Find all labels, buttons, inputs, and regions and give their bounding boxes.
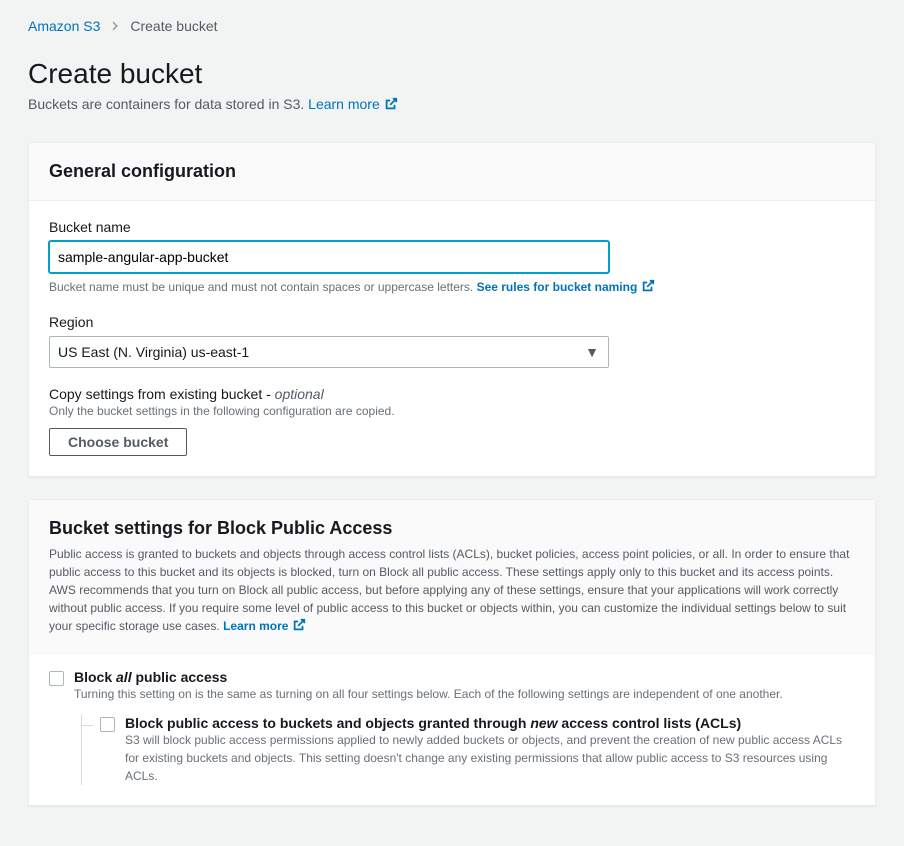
general-configuration-panel: General configuration Bucket name Bucket… (28, 142, 876, 477)
region-selected-value: US East (N. Virginia) us-east-1 (58, 344, 249, 360)
panel-header: Bucket settings for Block Public Access … (29, 500, 875, 655)
block-all-label: Block all public access (74, 669, 855, 685)
block-all-description: Turning this setting on is the same as t… (74, 685, 855, 703)
chevron-right-icon (110, 18, 120, 34)
page-title: Create bucket (28, 58, 876, 90)
page-subtitle: Buckets are containers for data stored i… (28, 96, 876, 114)
choose-bucket-button[interactable]: Choose bucket (49, 428, 187, 456)
block-new-acls-row: Block public access to buckets and objec… (100, 715, 855, 785)
copy-settings-hint: Only the bucket settings in the followin… (49, 404, 855, 418)
learn-more-link[interactable]: Learn more (223, 619, 306, 633)
block-new-acls-checkbox[interactable] (100, 717, 115, 732)
region-select[interactable]: US East (N. Virginia) us-east-1 ▼ (49, 336, 609, 368)
block-all-checkbox[interactable] (49, 671, 64, 686)
bucket-naming-rules-link[interactable]: See rules for bucket naming (477, 280, 656, 294)
breadcrumb-current: Create bucket (130, 18, 217, 34)
learn-more-link[interactable]: Learn more (308, 96, 398, 112)
external-link-icon (292, 618, 306, 637)
panel-title: Bucket settings for Block Public Access (49, 518, 855, 539)
bucket-name-field: Bucket name Bucket name must be unique a… (49, 219, 855, 296)
panel-header: General configuration (29, 143, 875, 201)
block-public-access-panel: Bucket settings for Block Public Access … (28, 499, 876, 806)
bucket-name-input[interactable] (49, 241, 609, 273)
breadcrumb: Amazon S3 Create bucket (28, 18, 876, 34)
external-link-icon (641, 279, 655, 296)
bucket-name-label: Bucket name (49, 219, 855, 235)
copy-settings-label: Copy settings from existing bucket - opt… (49, 386, 855, 402)
block-public-description: Public access is granted to buckets and … (49, 545, 855, 637)
block-new-acls-description: S3 will block public access permissions … (125, 731, 855, 785)
breadcrumb-root-link[interactable]: Amazon S3 (28, 18, 100, 34)
region-field: Region US East (N. Virginia) us-east-1 ▼ (49, 314, 855, 368)
bucket-name-hint: Bucket name must be unique and must not … (49, 279, 855, 296)
block-new-acls-label: Block public access to buckets and objec… (125, 715, 855, 731)
block-all-public-access-row: Block all public access Turning this set… (49, 669, 855, 785)
copy-settings-field: Copy settings from existing bucket - opt… (49, 386, 855, 456)
block-public-children: Block public access to buckets and objec… (81, 715, 855, 785)
external-link-icon (384, 97, 398, 114)
panel-title: General configuration (49, 161, 855, 182)
region-label: Region (49, 314, 855, 330)
